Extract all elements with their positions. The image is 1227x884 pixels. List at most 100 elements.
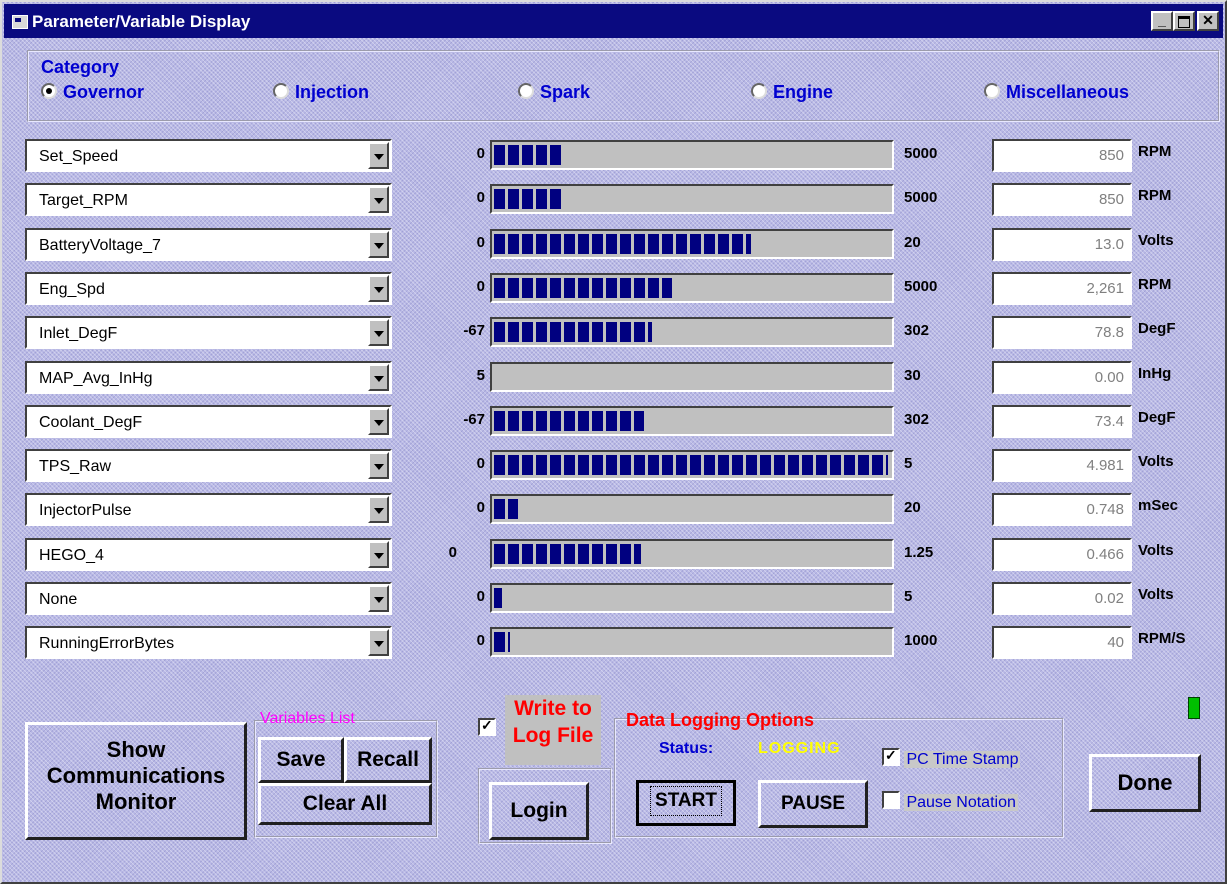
variable-select[interactable]: TPS_Raw <box>25 449 392 482</box>
chevron-down-icon[interactable] <box>368 231 389 258</box>
chevron-down-icon[interactable] <box>368 319 389 346</box>
chevron-down-icon[interactable] <box>368 496 389 523</box>
show-communications-monitor-button[interactable]: Show Communications Monitor <box>25 722 247 840</box>
pc-time-stamp-checkbox[interactable]: PC Time Stamp <box>882 747 1021 770</box>
window-title: Parameter/Variable Display <box>32 12 251 31</box>
maximize-icon <box>1178 16 1190 28</box>
value-display: 40 <box>992 626 1132 659</box>
write-log-checkbox[interactable] <box>478 717 496 739</box>
variable-select[interactable]: HEGO_4 <box>25 538 392 571</box>
value-bar <box>490 317 894 347</box>
pause-button[interactable]: PAUSE <box>758 780 868 828</box>
variable-select[interactable]: None <box>25 582 392 615</box>
category-title: Category <box>41 57 120 77</box>
variable-select[interactable]: RunningErrorBytes <box>25 626 392 659</box>
button-label-line: Monitor <box>95 789 177 814</box>
chevron-down-icon[interactable] <box>368 275 389 302</box>
unit-label: Volts <box>1138 453 1174 470</box>
pc-time-stamp-label: PC Time Stamp <box>904 751 1021 768</box>
title-bar[interactable]: Parameter/Variable Display _ ✕ <box>4 4 1223 38</box>
radio-injection[interactable]: Injection <box>273 82 369 104</box>
button-label-line: Communications <box>46 763 226 788</box>
recall-button[interactable]: Recall <box>344 737 432 783</box>
parameter-window: Parameter/Variable Display _ ✕ Category … <box>0 0 1227 884</box>
write-log-label: Write to Log File <box>505 695 601 765</box>
pause-notation-checkbox[interactable]: Pause Notation <box>882 791 1018 813</box>
unit-label: DegF <box>1138 409 1176 426</box>
app-icon <box>12 15 28 29</box>
minimize-button[interactable]: _ <box>1151 11 1173 31</box>
value-display: 0.02 <box>992 582 1132 615</box>
variable-select[interactable]: Eng_Spd <box>25 272 392 305</box>
unit-label: DegF <box>1138 320 1176 337</box>
value-display: 0.466 <box>992 538 1132 571</box>
variable-select-value: BatteryVoltage_7 <box>39 237 161 254</box>
value-bar-fill <box>494 322 652 342</box>
radio-miscellaneous[interactable]: Miscellaneous <box>984 82 1129 104</box>
maximize-button[interactable] <box>1173 11 1195 31</box>
value-bar-fill <box>494 588 502 608</box>
variable-select[interactable]: Coolant_DegF <box>25 405 392 438</box>
start-button[interactable]: START <box>636 780 736 826</box>
bar-min-label: 0 <box>476 632 485 649</box>
radio-selected-icon <box>41 83 57 99</box>
chevron-down-icon[interactable] <box>368 364 389 391</box>
chevron-down-icon[interactable] <box>368 142 389 169</box>
chevron-down-icon[interactable] <box>368 452 389 479</box>
variable-select[interactable]: InjectorPulse <box>25 493 392 526</box>
done-button[interactable]: Done <box>1089 754 1201 812</box>
unit-label: RPM/S <box>1138 630 1186 647</box>
bar-min-label: 0 <box>476 499 485 516</box>
value-bar-fill <box>494 411 644 431</box>
value-bar <box>490 494 894 524</box>
variable-select-value: Set_Speed <box>39 148 119 165</box>
start-button-label: START <box>650 786 722 816</box>
login-button[interactable]: Login <box>489 782 589 840</box>
radio-engine[interactable]: Engine <box>751 82 833 104</box>
radio-unselected-icon <box>751 83 767 99</box>
unit-label: InHg <box>1138 365 1172 382</box>
radio-governor[interactable]: Governor <box>41 82 144 104</box>
close-icon: ✕ <box>1202 12 1214 28</box>
variable-select[interactable]: Inlet_DegF <box>25 316 392 349</box>
radio-unselected-icon <box>518 83 534 99</box>
bar-max-label: 302 <box>904 322 930 339</box>
status-label: Status: <box>659 740 714 757</box>
value-bar-fill <box>494 544 641 564</box>
bar-max-label: 5000 <box>904 145 938 162</box>
bar-min-label: -67 <box>463 411 485 428</box>
variable-select[interactable]: Target_RPM <box>25 183 392 216</box>
unit-label: mSec <box>1138 497 1179 514</box>
value-bar-fill <box>494 234 751 254</box>
close-button[interactable]: ✕ <box>1197 11 1219 31</box>
value-display: 13.0 <box>992 228 1132 261</box>
bar-min-label: 0 <box>476 189 485 206</box>
value-bar <box>490 627 894 657</box>
unit-label: RPM <box>1138 143 1172 160</box>
save-button[interactable]: Save <box>258 737 344 783</box>
value-bar <box>490 539 894 569</box>
value-bar <box>490 362 894 392</box>
write-log-label-line: Write to <box>514 697 592 720</box>
value-bar <box>490 140 894 170</box>
variables-list-title: Variables List <box>260 710 355 727</box>
value-bar-fill <box>494 278 672 298</box>
status-value: LOGGING <box>758 740 841 757</box>
bar-max-label: 20 <box>904 499 921 516</box>
radio-spark[interactable]: Spark <box>518 82 590 104</box>
bar-min-label: 0 <box>476 145 485 162</box>
chevron-down-icon[interactable] <box>368 186 389 213</box>
bar-max-label: 302 <box>904 411 930 428</box>
variable-select-value: Coolant_DegF <box>39 414 143 431</box>
chevron-down-icon[interactable] <box>368 408 389 435</box>
variable-select[interactable]: MAP_Avg_InHg <box>25 361 392 394</box>
chevron-down-icon[interactable] <box>368 629 389 656</box>
radio-unselected-icon <box>273 83 289 99</box>
variable-select-value: RunningErrorBytes <box>39 635 175 652</box>
chevron-down-icon[interactable] <box>368 585 389 612</box>
chevron-down-icon[interactable] <box>368 541 389 568</box>
clear-all-button[interactable]: Clear All <box>258 783 432 825</box>
variable-select-value: None <box>39 591 78 608</box>
variable-select[interactable]: Set_Speed <box>25 139 392 172</box>
variable-select[interactable]: BatteryVoltage_7 <box>25 228 392 261</box>
